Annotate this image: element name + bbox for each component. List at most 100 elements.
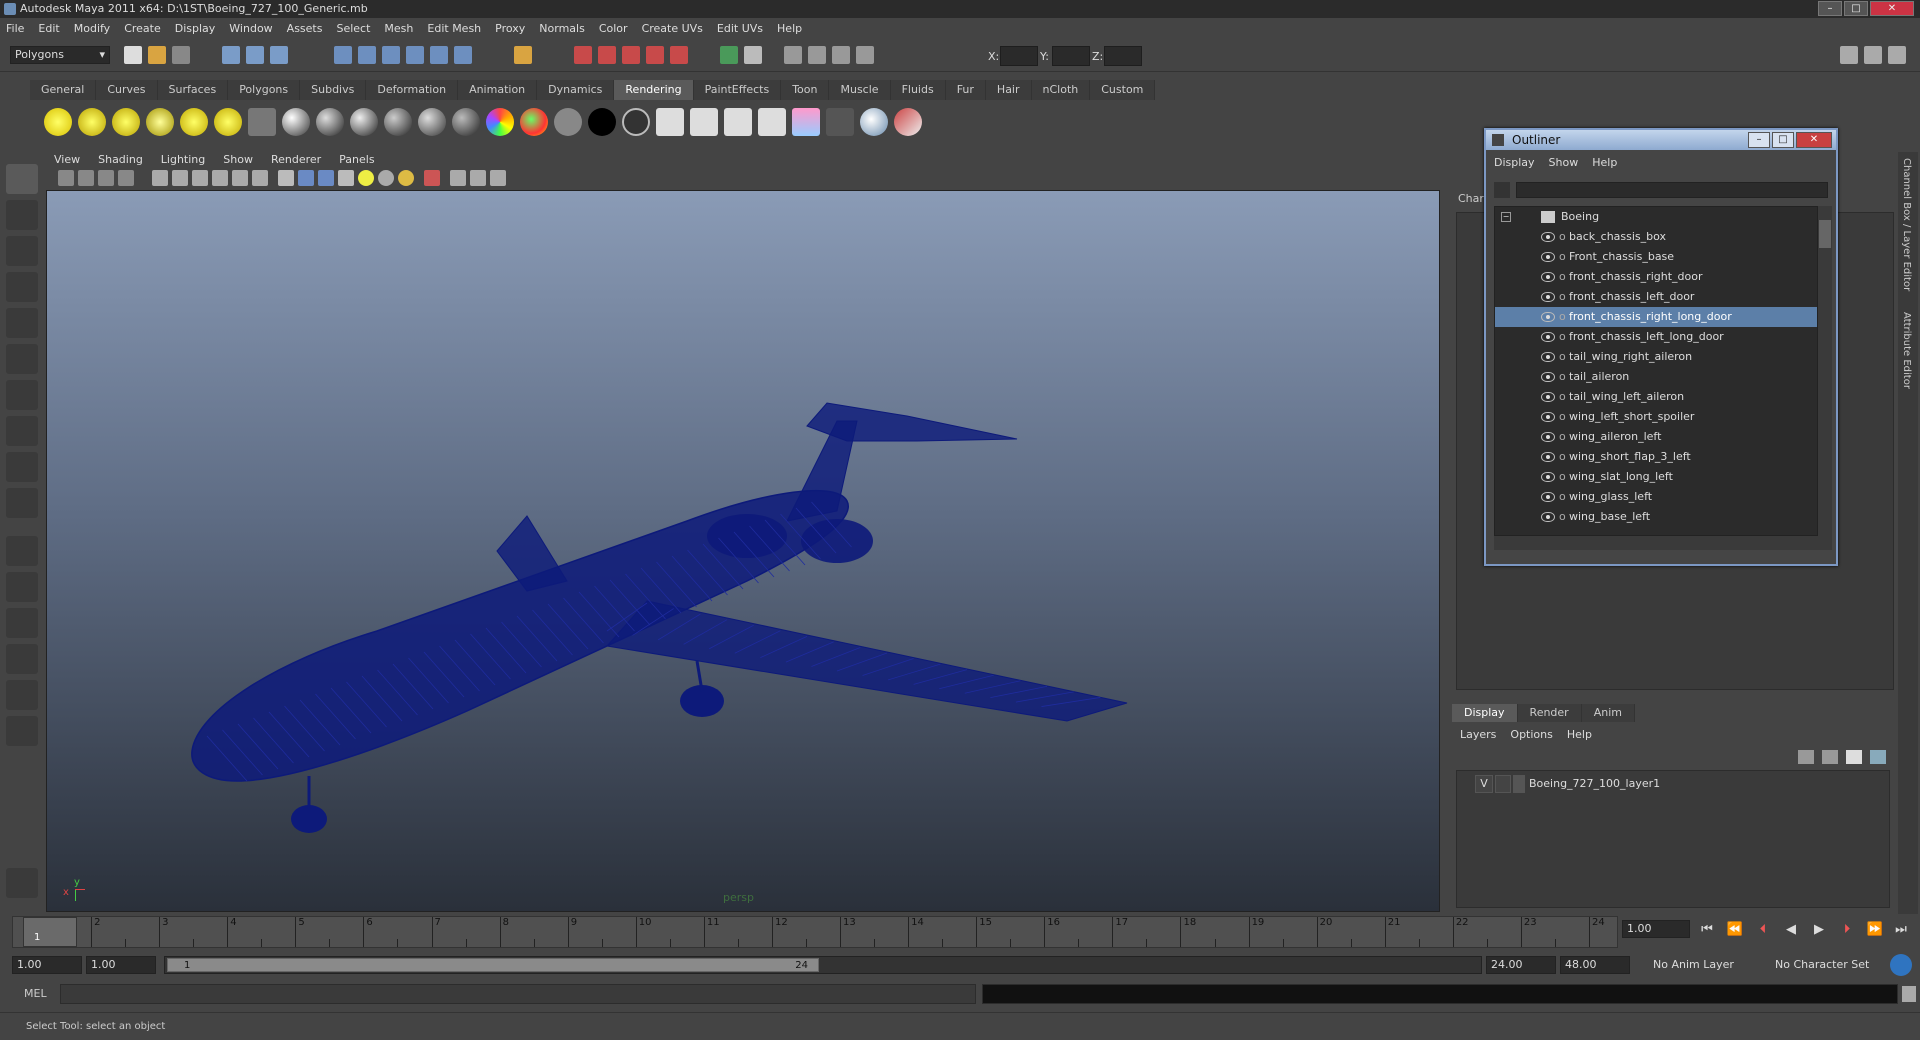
viewport-menu-lighting[interactable]: Lighting xyxy=(161,153,205,166)
menu-mesh[interactable]: Mesh xyxy=(384,22,413,35)
go-to-end-icon[interactable]: ⏭ xyxy=(1890,922,1912,938)
x-coordinate-field[interactable] xyxy=(1000,46,1038,66)
shelf-tab-toon[interactable]: Toon xyxy=(781,80,830,100)
snap-view-icon[interactable] xyxy=(454,46,472,64)
outliner-maximize-button[interactable]: □ xyxy=(1772,132,1794,148)
shelf-tab-fur[interactable]: Fur xyxy=(945,80,986,100)
play-backwards-icon[interactable]: ◀ xyxy=(1780,922,1802,938)
attribute-editor-tab[interactable]: Attribute Editor xyxy=(1901,312,1912,389)
shelf-tab-fluids[interactable]: Fluids xyxy=(890,80,946,100)
outliner-item[interactable]: o Front_chassis_base xyxy=(1495,247,1817,267)
camera-icon[interactable] xyxy=(248,108,276,136)
menu-window[interactable]: Window xyxy=(229,22,272,35)
layer-menu-layers[interactable]: Layers xyxy=(1460,728,1496,741)
viewport-menu-view[interactable]: View xyxy=(54,153,80,166)
outliner-item[interactable]: o wing_glass_left xyxy=(1495,487,1817,507)
blinn-material-icon[interactable] xyxy=(282,108,310,136)
anim-layer-dropdown[interactable]: No Anim Layer xyxy=(1648,956,1756,974)
four-view-layout-icon[interactable] xyxy=(6,572,38,602)
phong-material-icon[interactable] xyxy=(350,108,378,136)
shading-map-icon[interactable] xyxy=(520,108,548,136)
wireframe-shading-icon[interactable] xyxy=(278,170,294,186)
layer-row[interactable]: V Boeing_727_100_layer1 xyxy=(1461,775,1887,793)
show-channel-box-icon[interactable] xyxy=(1888,46,1906,64)
toggle-panel-icon[interactable] xyxy=(744,46,762,64)
current-time-indicator[interactable]: 1 xyxy=(23,917,78,947)
menu-edit-mesh[interactable]: Edit Mesh xyxy=(427,22,481,35)
layer-visibility-toggle[interactable]: V xyxy=(1475,775,1493,793)
range-slider-track[interactable]: 1 24 xyxy=(164,956,1482,974)
universal-manipulator-icon[interactable] xyxy=(6,380,38,410)
lasso-tool-icon[interactable] xyxy=(6,200,38,230)
layer-tab-anim[interactable]: Anim xyxy=(1581,704,1635,722)
spot-light-icon[interactable] xyxy=(146,108,174,136)
show-tool-settings-icon[interactable] xyxy=(1864,46,1882,64)
hair-tube-shader-icon[interactable] xyxy=(622,108,650,136)
viewport-menu-shading[interactable]: Shading xyxy=(98,153,143,166)
outliner-filter-field[interactable] xyxy=(1516,182,1828,198)
layer-move-down-icon[interactable] xyxy=(1870,750,1886,764)
shelf-tab-surfaces[interactable]: Surfaces xyxy=(157,80,229,100)
safe-title-icon[interactable] xyxy=(252,170,268,186)
high-quality-icon[interactable] xyxy=(398,170,414,186)
outliner-item[interactable]: o front_chassis_left_long_door xyxy=(1495,327,1817,347)
render-globals-icon[interactable] xyxy=(758,108,786,136)
image-plane-icon[interactable] xyxy=(118,170,134,186)
shelf-tab-muscle[interactable]: Muscle xyxy=(829,80,891,100)
open-scene-icon[interactable] xyxy=(148,46,166,64)
layered-shader-icon[interactable] xyxy=(452,108,480,136)
shelf-tab-custom[interactable]: Custom xyxy=(1090,80,1156,100)
shelf-tab-general[interactable]: General xyxy=(30,80,97,100)
menu-select[interactable]: Select xyxy=(336,22,370,35)
render-view-window-icon[interactable] xyxy=(826,108,854,136)
field-chart-icon[interactable] xyxy=(232,170,248,186)
hypershade-persp-layout-icon[interactable] xyxy=(6,680,38,710)
perspective-viewport[interactable]: y x persp xyxy=(46,190,1440,912)
viewport-menu-renderer[interactable]: Renderer xyxy=(271,153,321,166)
show-manipulator-icon[interactable] xyxy=(6,452,38,482)
outliner-menu-help[interactable]: Help xyxy=(1592,156,1617,169)
maximize-button[interactable]: □ xyxy=(1844,1,1868,16)
isolate-select-icon[interactable] xyxy=(450,170,466,186)
new-layer-empty-icon[interactable] xyxy=(1798,750,1814,764)
outliner-item[interactable]: o front_chassis_right_door xyxy=(1495,267,1817,287)
command-language-label[interactable]: MEL xyxy=(24,987,47,1000)
outliner-menu-display[interactable]: Display xyxy=(1494,156,1535,169)
time-slider[interactable]: 1234567891011121314151617181920212223241 xyxy=(12,916,1618,948)
menu-proxy[interactable]: Proxy xyxy=(495,22,525,35)
menu-color[interactable]: Color xyxy=(599,22,628,35)
select-object-icon[interactable] xyxy=(246,46,264,64)
shelf-tab-ncloth[interactable]: nCloth xyxy=(1031,80,1091,100)
shelf-tab-hair[interactable]: Hair xyxy=(985,80,1032,100)
collapse-icon[interactable]: − xyxy=(1501,212,1511,222)
viewport-menu-panels[interactable]: Panels xyxy=(339,153,374,166)
script-editor-button-icon[interactable] xyxy=(1902,986,1916,1002)
move-tool-icon[interactable] xyxy=(6,272,38,302)
outliner-item[interactable]: o wing_aileron_left xyxy=(1495,427,1817,447)
ipr-render-icon[interactable] xyxy=(598,46,616,64)
select-tool-icon[interactable] xyxy=(6,164,38,194)
select-component-icon[interactable] xyxy=(270,46,288,64)
outliner-root-item[interactable]: − Boeing xyxy=(1495,207,1817,227)
snap-grid-icon[interactable] xyxy=(334,46,352,64)
minimize-button[interactable]: – xyxy=(1818,1,1842,16)
shadows-icon[interactable] xyxy=(378,170,394,186)
transform-mode-icon[interactable] xyxy=(784,46,802,64)
lambert-material-icon[interactable] xyxy=(316,108,344,136)
outliner-filter-icon[interactable] xyxy=(1494,182,1510,198)
step-forward-key-icon[interactable]: ⏩ xyxy=(1864,922,1886,938)
channel-box-layer-editor-tab[interactable]: Channel Box / Layer Editor xyxy=(1901,158,1912,291)
outliner-item[interactable]: o wing_slat_long_left xyxy=(1495,467,1817,487)
hypershade-icon[interactable] xyxy=(646,46,664,64)
z-coordinate-field[interactable] xyxy=(1104,46,1142,66)
menu-assets[interactable]: Assets xyxy=(287,22,323,35)
area-light-icon[interactable] xyxy=(180,108,208,136)
film-gate-icon[interactable] xyxy=(172,170,188,186)
close-button[interactable]: ✕ xyxy=(1870,1,1914,16)
layer-menu-options[interactable]: Options xyxy=(1510,728,1552,741)
outliner-menu-show[interactable]: Show xyxy=(1549,156,1579,169)
outliner-close-button[interactable]: ✕ xyxy=(1796,132,1832,148)
persp-graph-layout-icon[interactable] xyxy=(6,644,38,674)
step-forward-frame-icon[interactable]: ⏵ xyxy=(1836,922,1858,938)
outliner-item[interactable]: o back_chassis_box xyxy=(1495,227,1817,247)
